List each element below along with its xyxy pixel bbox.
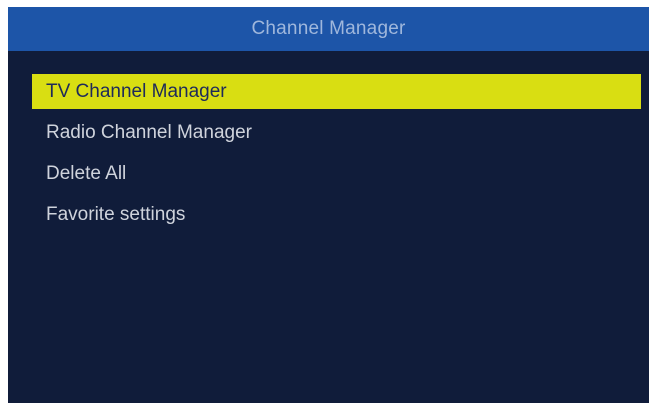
- menu-item-tv-channel-manager[interactable]: TV Channel Manager: [32, 74, 641, 109]
- menu-item-favorite-settings[interactable]: Favorite settings: [32, 197, 641, 232]
- menu-list: TV Channel Manager Radio Channel Manager…: [32, 74, 641, 238]
- menu-item-radio-channel-manager[interactable]: Radio Channel Manager: [32, 115, 641, 150]
- menu-item-delete-all[interactable]: Delete All: [32, 156, 641, 191]
- channel-manager-screen: Channel Manager TV Channel Manager Radio…: [8, 7, 649, 403]
- page-title: Channel Manager: [251, 18, 406, 39]
- title-bar: Channel Manager: [8, 7, 649, 51]
